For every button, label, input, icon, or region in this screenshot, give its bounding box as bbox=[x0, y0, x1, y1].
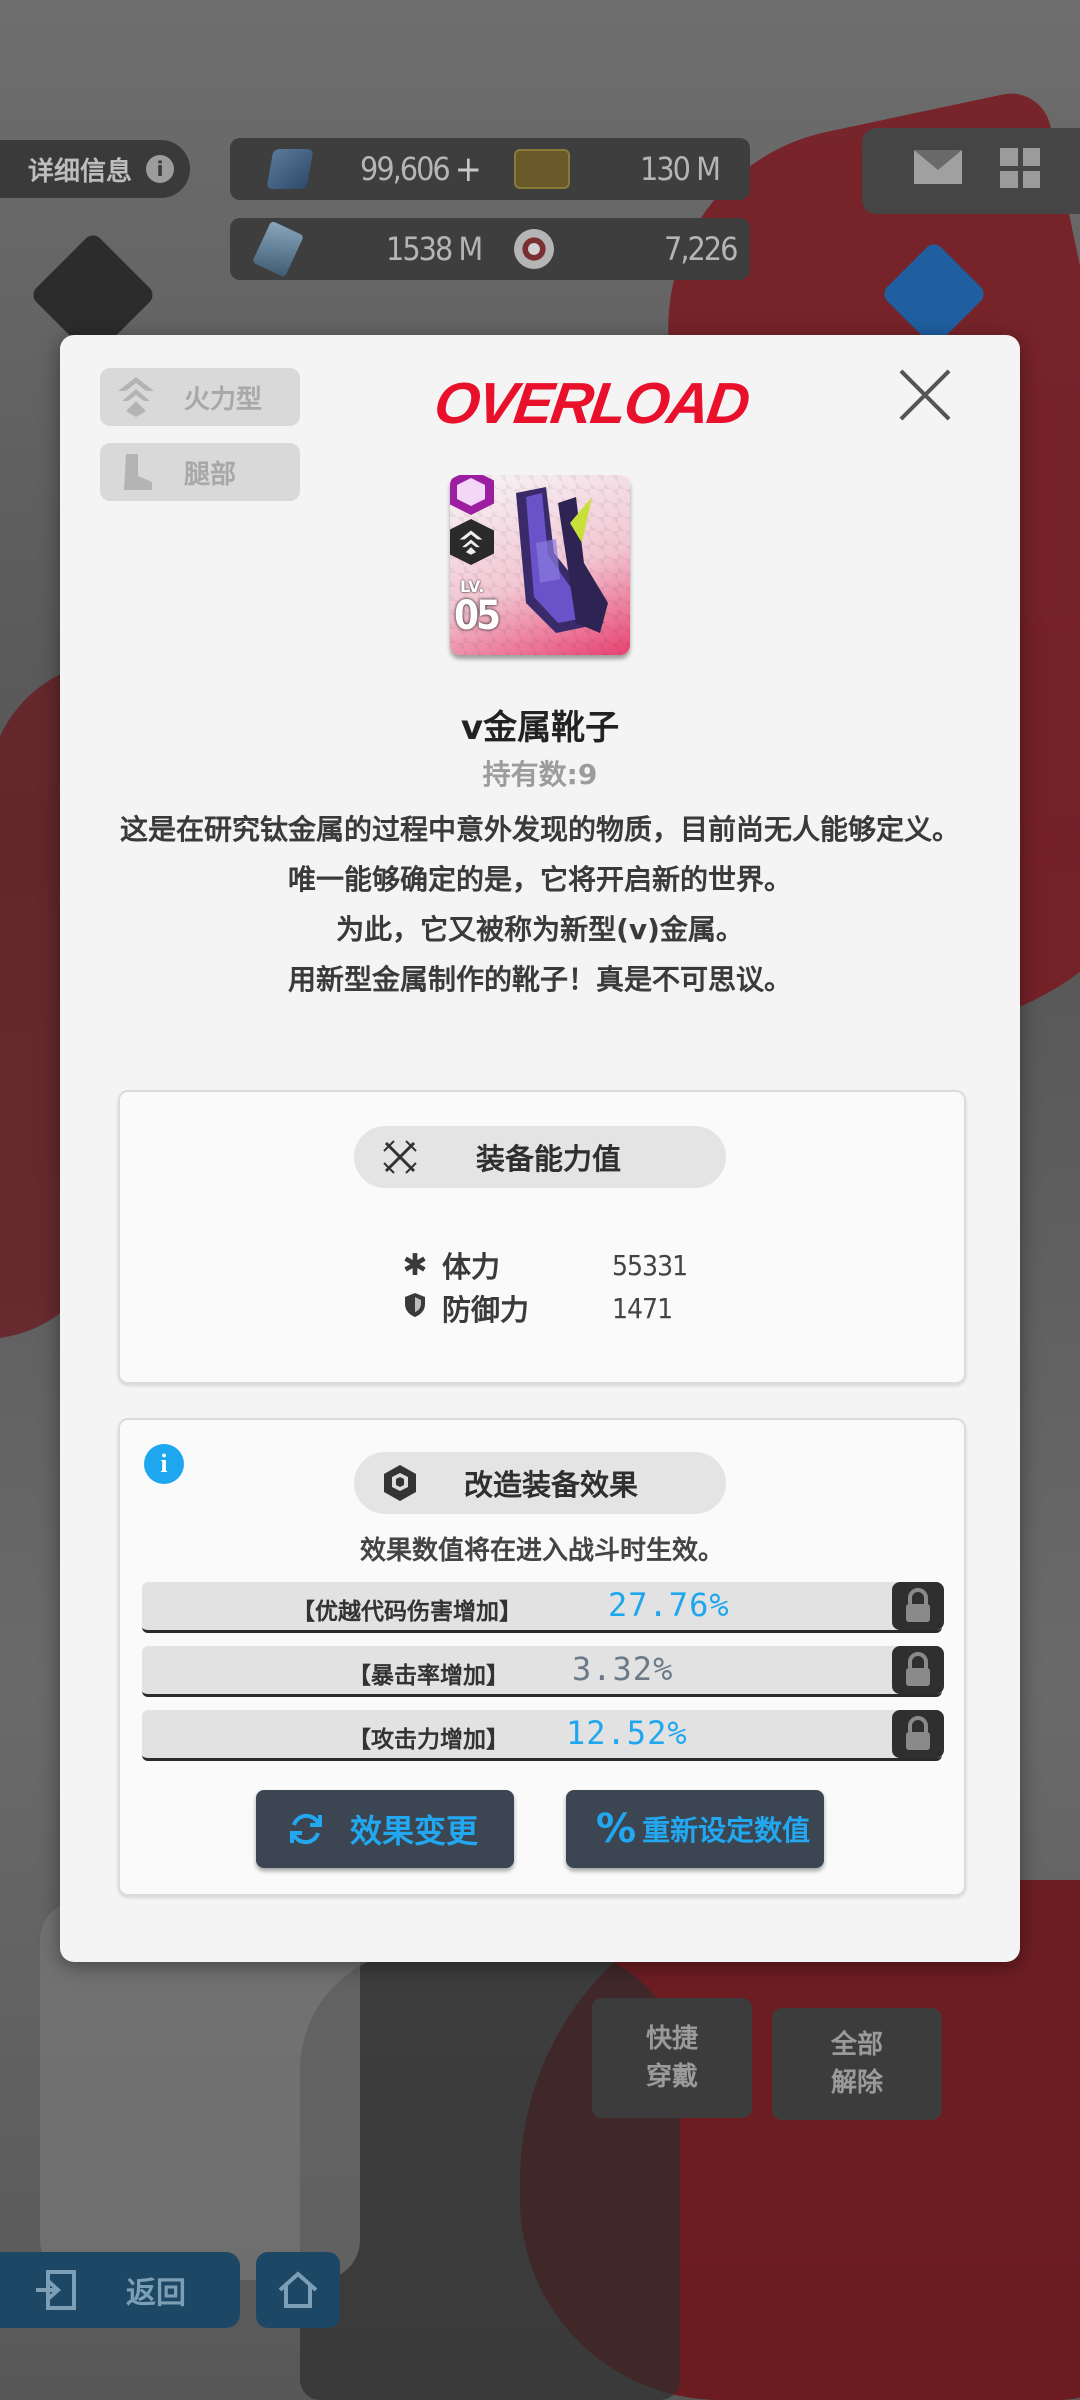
modification-cube-icon bbox=[384, 1465, 416, 1501]
unequip-all-line2: 解除 bbox=[830, 2068, 883, 2098]
effect-value: 27.76% bbox=[608, 1586, 730, 1624]
stat-row-hp: ✱ 体力 55331 bbox=[400, 1244, 688, 1286]
v-metal-boots-image bbox=[516, 487, 608, 633]
resource-bar-bottom: 1538 M 7,226 bbox=[230, 218, 750, 280]
credits-value: 130 M bbox=[640, 150, 721, 188]
close-button[interactable] bbox=[895, 365, 955, 425]
level-value: 05 bbox=[454, 593, 501, 639]
effects-title-label: 改造装备效果 bbox=[464, 1468, 639, 1502]
slot-tag: 腿部 bbox=[100, 443, 300, 501]
details-info-label: 详细信息 bbox=[28, 156, 133, 187]
description-line: 为此，它又被称为新型(v)金属。 bbox=[336, 913, 744, 946]
home-icon bbox=[278, 2271, 318, 2308]
unequip-all-button[interactable]: 全部 解除 bbox=[772, 2008, 942, 2120]
stat-row-defense: 防御力 1471 bbox=[400, 1287, 673, 1329]
slot-tag-label: 腿部 bbox=[184, 459, 237, 490]
info-icon: i bbox=[146, 155, 175, 183]
crossed-swords-icon bbox=[383, 1140, 417, 1174]
core-dust-icon bbox=[251, 220, 305, 278]
item-owned-count: 持有数:9 bbox=[482, 758, 598, 791]
effects-panel-title: 改造装备效果 bbox=[354, 1452, 726, 1514]
add-gems-button[interactable]: + bbox=[455, 149, 482, 190]
effect-value: 12.52% bbox=[566, 1714, 688, 1752]
equipment-stats-panel: 装备能力值 ✱ 体力 55331 防御力 1471 bbox=[118, 1090, 966, 1384]
credit-icon bbox=[514, 149, 570, 189]
effect-row: 【优越代码伤害增加】 27.76% bbox=[142, 1582, 944, 1633]
stat-label: 体力 bbox=[442, 1250, 501, 1284]
back-button[interactable]: 返回 bbox=[0, 2252, 240, 2328]
top-right-panel bbox=[862, 128, 1080, 214]
back-label: 返回 bbox=[126, 2276, 186, 2311]
brand-logo: OVERLOAD bbox=[430, 371, 753, 436]
change-effect-label: 效果变更 bbox=[350, 1812, 479, 1850]
stats-title-label: 装备能力值 bbox=[476, 1142, 622, 1176]
shield-icon bbox=[400, 1291, 430, 1326]
gem-icon bbox=[266, 149, 314, 189]
effect-value: 3.32% bbox=[572, 1650, 674, 1688]
info-icon[interactable]: i bbox=[144, 1444, 184, 1484]
stats-panel-title: 装备能力值 bbox=[354, 1126, 726, 1188]
effects-note: 效果数值将在进入战斗时生效。 bbox=[359, 1536, 724, 1566]
description-line: 这是在研究钛金属的过程中意外发现的物质，目前尚无人能够定义。 bbox=[119, 813, 960, 846]
equipment-detail-modal: 火力型 腿部 OVERLOAD LV. 05 v金属靴子 持有数:9 这是在研究 bbox=[60, 335, 1020, 1962]
effect-label: 【优越代码伤害增加】 bbox=[292, 1599, 522, 1625]
exit-icon bbox=[36, 2270, 76, 2310]
quick-equip-line1: 快捷 bbox=[645, 2024, 698, 2054]
hp-asterisk-icon: ✱ bbox=[402, 1247, 428, 1283]
home-button[interactable] bbox=[256, 2252, 340, 2328]
description-line: 用新型金属制作的靴子！真是不可思议。 bbox=[287, 963, 792, 996]
item-description: 这是在研究钛金属的过程中意外发现的物质，目前尚无人能够定义。 唯一能够确定的是，… bbox=[110, 805, 970, 1005]
menu-grid-icon[interactable] bbox=[1000, 148, 1040, 188]
boot-slot-icon bbox=[124, 454, 152, 490]
mail-icon[interactable] bbox=[914, 150, 962, 184]
class-tag: 火力型 bbox=[100, 368, 300, 426]
effect-row: 【攻击力增加】 12.52% bbox=[142, 1710, 944, 1761]
effect-label: 【暴击率增加】 bbox=[348, 1663, 509, 1689]
item-name: v金属靴子 bbox=[460, 708, 620, 748]
details-info-button[interactable]: 详细信息 i bbox=[0, 140, 190, 198]
unequip-all-line1: 全部 bbox=[830, 2030, 883, 2060]
firepower-class-icon bbox=[118, 377, 154, 417]
core-dust-value: 1538 M bbox=[386, 230, 483, 268]
reset-values-label: 重新设定数值 bbox=[642, 1814, 811, 1847]
modification-effects-panel: i 改造装备效果 效果数值将在进入战斗时生效。 【优越代码伤害增加】 27.76… bbox=[118, 1418, 966, 1896]
quick-equip-button[interactable]: 快捷 穿戴 bbox=[592, 1998, 752, 2118]
change-effect-button[interactable]: 效果变更 bbox=[256, 1790, 514, 1868]
reset-values-button[interactable]: % 重新设定数值 bbox=[566, 1790, 824, 1868]
description-line: 唯一能够确定的是，它将开启新的世界。 bbox=[287, 863, 792, 896]
stat-label: 防御力 bbox=[442, 1293, 530, 1327]
battle-data-icon bbox=[514, 229, 554, 269]
refresh-icon bbox=[290, 1813, 322, 1845]
item-card: LV. 05 bbox=[450, 475, 630, 655]
lock-icon[interactable] bbox=[892, 1710, 944, 1758]
quick-equip-line2: 穿戴 bbox=[645, 2062, 698, 2092]
gems-value: 99,606 bbox=[360, 150, 451, 188]
effect-row: 【暴击率增加】 3.32% bbox=[142, 1646, 944, 1697]
effect-label: 【攻击力增加】 bbox=[348, 1727, 509, 1753]
class-tag-label: 火力型 bbox=[184, 384, 263, 415]
resource-bar-top: 99,606 + 130 M bbox=[230, 138, 750, 200]
lock-icon[interactable] bbox=[892, 1646, 944, 1694]
battle-data-value: 7,226 bbox=[664, 230, 738, 268]
stat-value: 55331 bbox=[612, 1248, 688, 1282]
stat-value: 1471 bbox=[612, 1291, 673, 1325]
percent-icon: % bbox=[596, 1806, 637, 1852]
lock-icon[interactable] bbox=[892, 1582, 944, 1630]
